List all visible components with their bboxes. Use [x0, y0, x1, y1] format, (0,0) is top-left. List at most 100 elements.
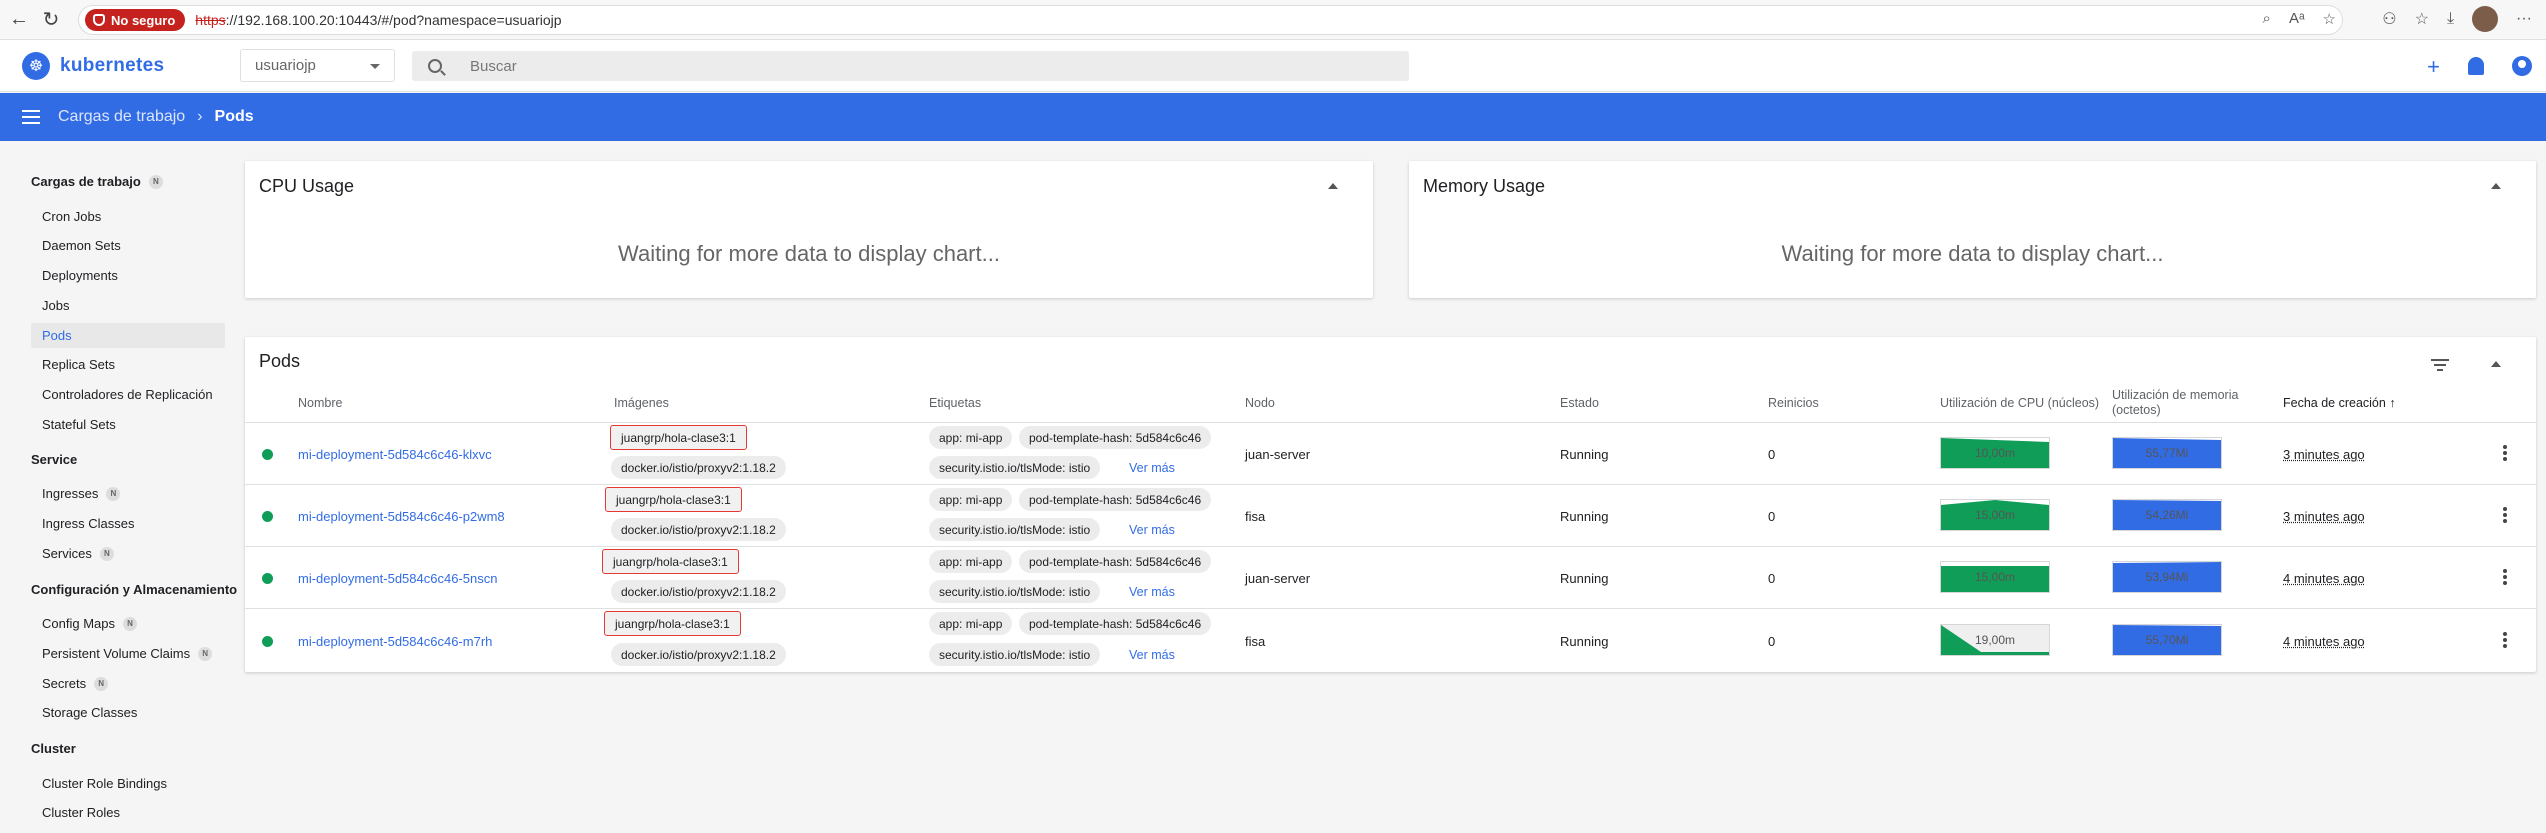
chevron-right-icon: › [197, 108, 203, 125]
ver-mas-link[interactable]: Ver más [1129, 461, 1175, 475]
namespace-select[interactable]: usuariojp [240, 49, 395, 82]
reload-icon[interactable]: ↻ [38, 7, 64, 33]
read-aloud-icon[interactable]: Aᵃ [2289, 10, 2305, 28]
running-status-icon [262, 573, 273, 584]
col-header-restarts[interactable]: Reinicios [1768, 396, 1819, 410]
col-header-status[interactable]: Estado [1560, 396, 1599, 410]
namespaced-badge: N [148, 174, 163, 189]
insecure-badge[interactable]: No seguro [85, 9, 186, 31]
search-input[interactable]: Buscar [412, 51, 1409, 81]
cpu-sparkline: 10,00m [1940, 437, 2050, 469]
sidebar-item-secrets[interactable]: Secrets N [31, 671, 225, 696]
label-chip: security.istio.io/tlsMode: istio [929, 456, 1101, 479]
more-menu-icon[interactable]: ··· [2516, 10, 2532, 28]
col-header-created[interactable]: Fecha de creación ↑ [2283, 396, 2396, 410]
label-chip: app: mi-app [929, 426, 1013, 449]
collapse-icon[interactable] [1328, 183, 1338, 189]
cpu-usage-title: CPU Usage [259, 176, 355, 196]
label-chip: security.istio.io/tlsMode: istio [929, 580, 1101, 603]
restarts-cell: 0 [1768, 447, 1776, 462]
memory-usage-title: Memory Usage [1423, 176, 1546, 196]
more-actions-icon[interactable] [2503, 445, 2507, 463]
sidebar-item-cluster-role-bindings[interactable]: Cluster Role Bindings [31, 771, 225, 796]
node-cell: juan-server [1245, 571, 1311, 586]
sidebar-item-stateful-sets[interactable]: Stateful Sets [31, 412, 225, 437]
add-icon[interactable]: + [2427, 54, 2440, 80]
label-chip: app: mi-app [929, 612, 1013, 635]
sidebar-item-replication-controllers[interactable]: Controladores de Replicación [31, 382, 225, 407]
running-status-icon [262, 449, 273, 460]
collapse-icon[interactable] [2491, 361, 2501, 367]
label-chip: pod-template-hash: 5d584c6c46 [1019, 426, 1212, 449]
pods-title: Pods [259, 351, 301, 371]
created-cell: 4 minutes ago [2283, 571, 2365, 586]
ver-mas-link[interactable]: Ver más [1129, 585, 1175, 599]
extensions-icon[interactable]: ⚇ [2382, 9, 2396, 29]
pod-name-link[interactable]: mi-deployment-5d584c6c46-p2wm8 [298, 509, 505, 524]
col-header-cpu: Utilización de CPU (núcleos) [1940, 396, 2100, 410]
kubernetes-logo[interactable]: ☸ kubernetes [22, 52, 164, 80]
sort-arrow-icon: ↑ [2389, 396, 2396, 410]
sidebar-item-pvcs[interactable]: Persistent Volume Claims N [31, 641, 225, 666]
collapse-icon[interactable] [2491, 183, 2501, 189]
more-actions-icon[interactable] [2503, 507, 2507, 525]
image-chip: docker.io/istio/proxyv2:1.18.2 [611, 643, 786, 666]
col-header-name[interactable]: Nombre [298, 396, 342, 410]
filter-icon[interactable] [2431, 359, 2449, 371]
favorites-icon[interactable]: ☆ [2415, 9, 2429, 29]
restarts-cell: 0 [1768, 634, 1776, 649]
sidebar-item-replica-sets[interactable]: Replica Sets [31, 352, 225, 377]
label-chip: app: mi-app [929, 550, 1013, 573]
sidebar-item-ingresses[interactable]: Ingresses N [31, 481, 225, 506]
profile-avatar[interactable] [2472, 6, 2499, 32]
col-header-node[interactable]: Nodo [1245, 396, 1275, 410]
memory-usage-card: Memory Usage Waiting for more data to di… [1409, 161, 2536, 298]
back-arrow-icon[interactable]: ← [6, 7, 32, 33]
label-chip: pod-template-hash: 5d584c6c46 [1019, 612, 1212, 635]
memory-sparkline: 55,70Mi [2112, 624, 2222, 656]
cpu-waiting-text: Waiting for more data to display chart..… [618, 241, 1000, 266]
cpu-sparkline: 15,00m [1940, 561, 2050, 593]
sidebar-item-deployments[interactable]: Deployments [31, 263, 225, 288]
pod-name-link[interactable]: mi-deployment-5d584c6c46-klxvc [298, 447, 492, 462]
pod-name-link[interactable]: mi-deployment-5d584c6c46-5nscn [298, 571, 497, 586]
sidebar-item-cron-jobs[interactable]: Cron Jobs [31, 204, 225, 229]
favorite-star-icon[interactable]: ☆ [2323, 10, 2336, 28]
warning-shield-icon [93, 14, 105, 26]
url-text[interactable]: https://192.168.100.20:10443/#/pod?names… [195, 12, 561, 28]
sidebar-item-cluster-roles[interactable]: Cluster Roles [31, 800, 225, 825]
ver-mas-link[interactable]: Ver más [1129, 523, 1175, 537]
sidebar-item-ingress-classes[interactable]: Ingress Classes [31, 511, 225, 536]
ver-mas-link[interactable]: Ver más [1129, 648, 1175, 662]
sidebar-item-storage-classes[interactable]: Storage Classes [31, 700, 225, 725]
sidebar-section-cluster[interactable]: Cluster [31, 741, 76, 756]
memory-sparkline: 55,77Mi [2112, 437, 2222, 469]
col-header-labels: Etiquetas [929, 396, 982, 410]
breadcrumb-workloads[interactable]: Cargas de trabajo [58, 108, 185, 126]
menu-icon[interactable] [22, 110, 40, 124]
label-chip: app: mi-app [929, 488, 1013, 511]
sidebar-item-jobs[interactable]: Jobs [31, 293, 225, 318]
image-chip: docker.io/istio/proxyv2:1.18.2 [611, 518, 786, 541]
zoom-icon[interactable]: ⌕ [2263, 10, 2271, 28]
address-bar[interactable]: No seguro https://192.168.100.20:10443/#… [78, 5, 2343, 35]
memory-waiting-text: Waiting for more data to display chart..… [1781, 241, 2164, 266]
created-cell: 4 minutes ago [2283, 634, 2365, 649]
label-chip: pod-template-hash: 5d584c6c46 [1019, 488, 1212, 511]
sidebar-item-config-maps[interactable]: Config Maps N [31, 611, 225, 636]
sidebar-section-workloads[interactable]: Cargas de trabajo N [31, 174, 163, 189]
downloads-icon[interactable]: ⤓ [2447, 10, 2454, 28]
pod-name-link[interactable]: mi-deployment-5d584c6c46-m7rh [298, 634, 492, 649]
account-icon[interactable] [2512, 56, 2532, 76]
sidebar-item-daemon-sets[interactable]: Daemon Sets [31, 233, 225, 258]
cpu-sparkline: 15,00m [1940, 499, 2050, 531]
sidebar-section-config-storage[interactable]: Configuración y Almacenamiento [31, 582, 237, 597]
breadcrumb-pods: Pods [214, 108, 254, 125]
sidebar-item-pods[interactable]: Pods [31, 323, 225, 348]
search-icon [428, 59, 442, 73]
more-actions-icon[interactable] [2503, 569, 2507, 587]
more-actions-icon[interactable] [2503, 632, 2507, 650]
sidebar-section-service[interactable]: Service [31, 452, 77, 467]
notifications-bell-icon[interactable] [2468, 57, 2484, 75]
sidebar-item-services[interactable]: Services N [31, 541, 225, 566]
